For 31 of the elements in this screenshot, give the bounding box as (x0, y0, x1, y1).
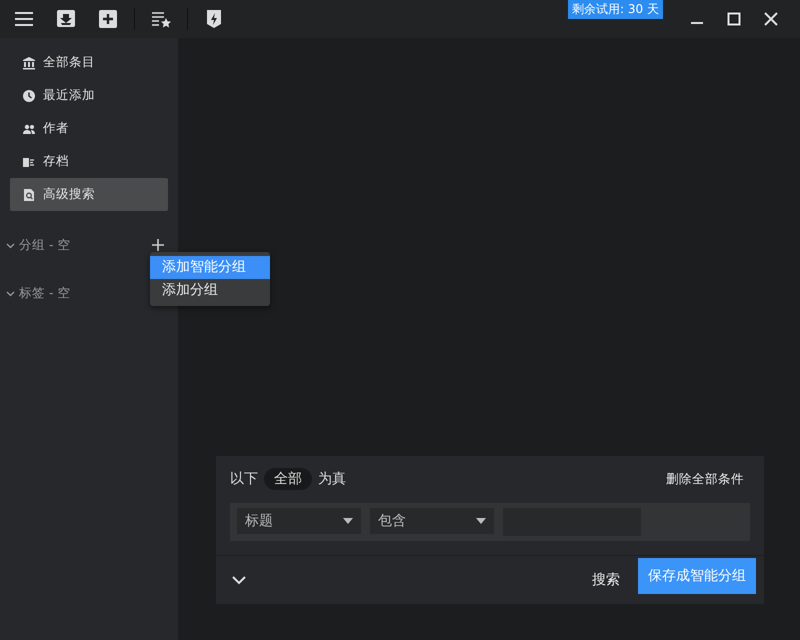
delete-all-link[interactable]: 删除全部条件 (666, 470, 744, 488)
maximize-icon[interactable] (726, 11, 742, 27)
inbox-download-icon[interactable] (56, 9, 76, 29)
menu-icon[interactable] (14, 9, 34, 29)
caret-icon (476, 518, 486, 524)
field-dropdown[interactable]: 标题 (237, 508, 361, 534)
bank-icon (22, 56, 36, 70)
menu-item[interactable]: 添加分组 (150, 279, 270, 302)
caret-icon (343, 518, 353, 524)
trial-badge: 剩余试用: 30 天 (568, 0, 663, 19)
search-button[interactable]: 搜索 (586, 570, 626, 590)
chevron-icon[interactable] (6, 288, 15, 298)
add-icon[interactable] (152, 239, 164, 251)
shield-bolt-icon[interactable] (204, 9, 224, 29)
condition-suffix: 为真 (318, 470, 346, 488)
add-icon[interactable] (98, 9, 118, 29)
chevron-down-icon[interactable] (232, 576, 246, 584)
chevron-icon[interactable] (6, 240, 15, 250)
sidebar-item[interactable]: 最近添加 (10, 79, 168, 112)
sidebar-item[interactable]: 高级搜索 (10, 178, 168, 211)
operator-dropdown[interactable]: 包含 (370, 508, 494, 534)
section-header[interactable]: 分组 - 空 (19, 236, 148, 254)
match-toggle[interactable]: 全部 (264, 468, 312, 490)
condition-prefix: 以下 (230, 470, 258, 488)
sidebar-item[interactable]: 存档 (10, 145, 168, 178)
sidebar-item[interactable]: 作者 (10, 112, 168, 145)
close-icon[interactable] (763, 11, 779, 27)
clock-icon (22, 88, 36, 102)
sidebar-item[interactable]: 全部条目 (10, 46, 168, 79)
list-star-icon[interactable] (151, 9, 171, 29)
search-doc-icon (22, 188, 36, 202)
